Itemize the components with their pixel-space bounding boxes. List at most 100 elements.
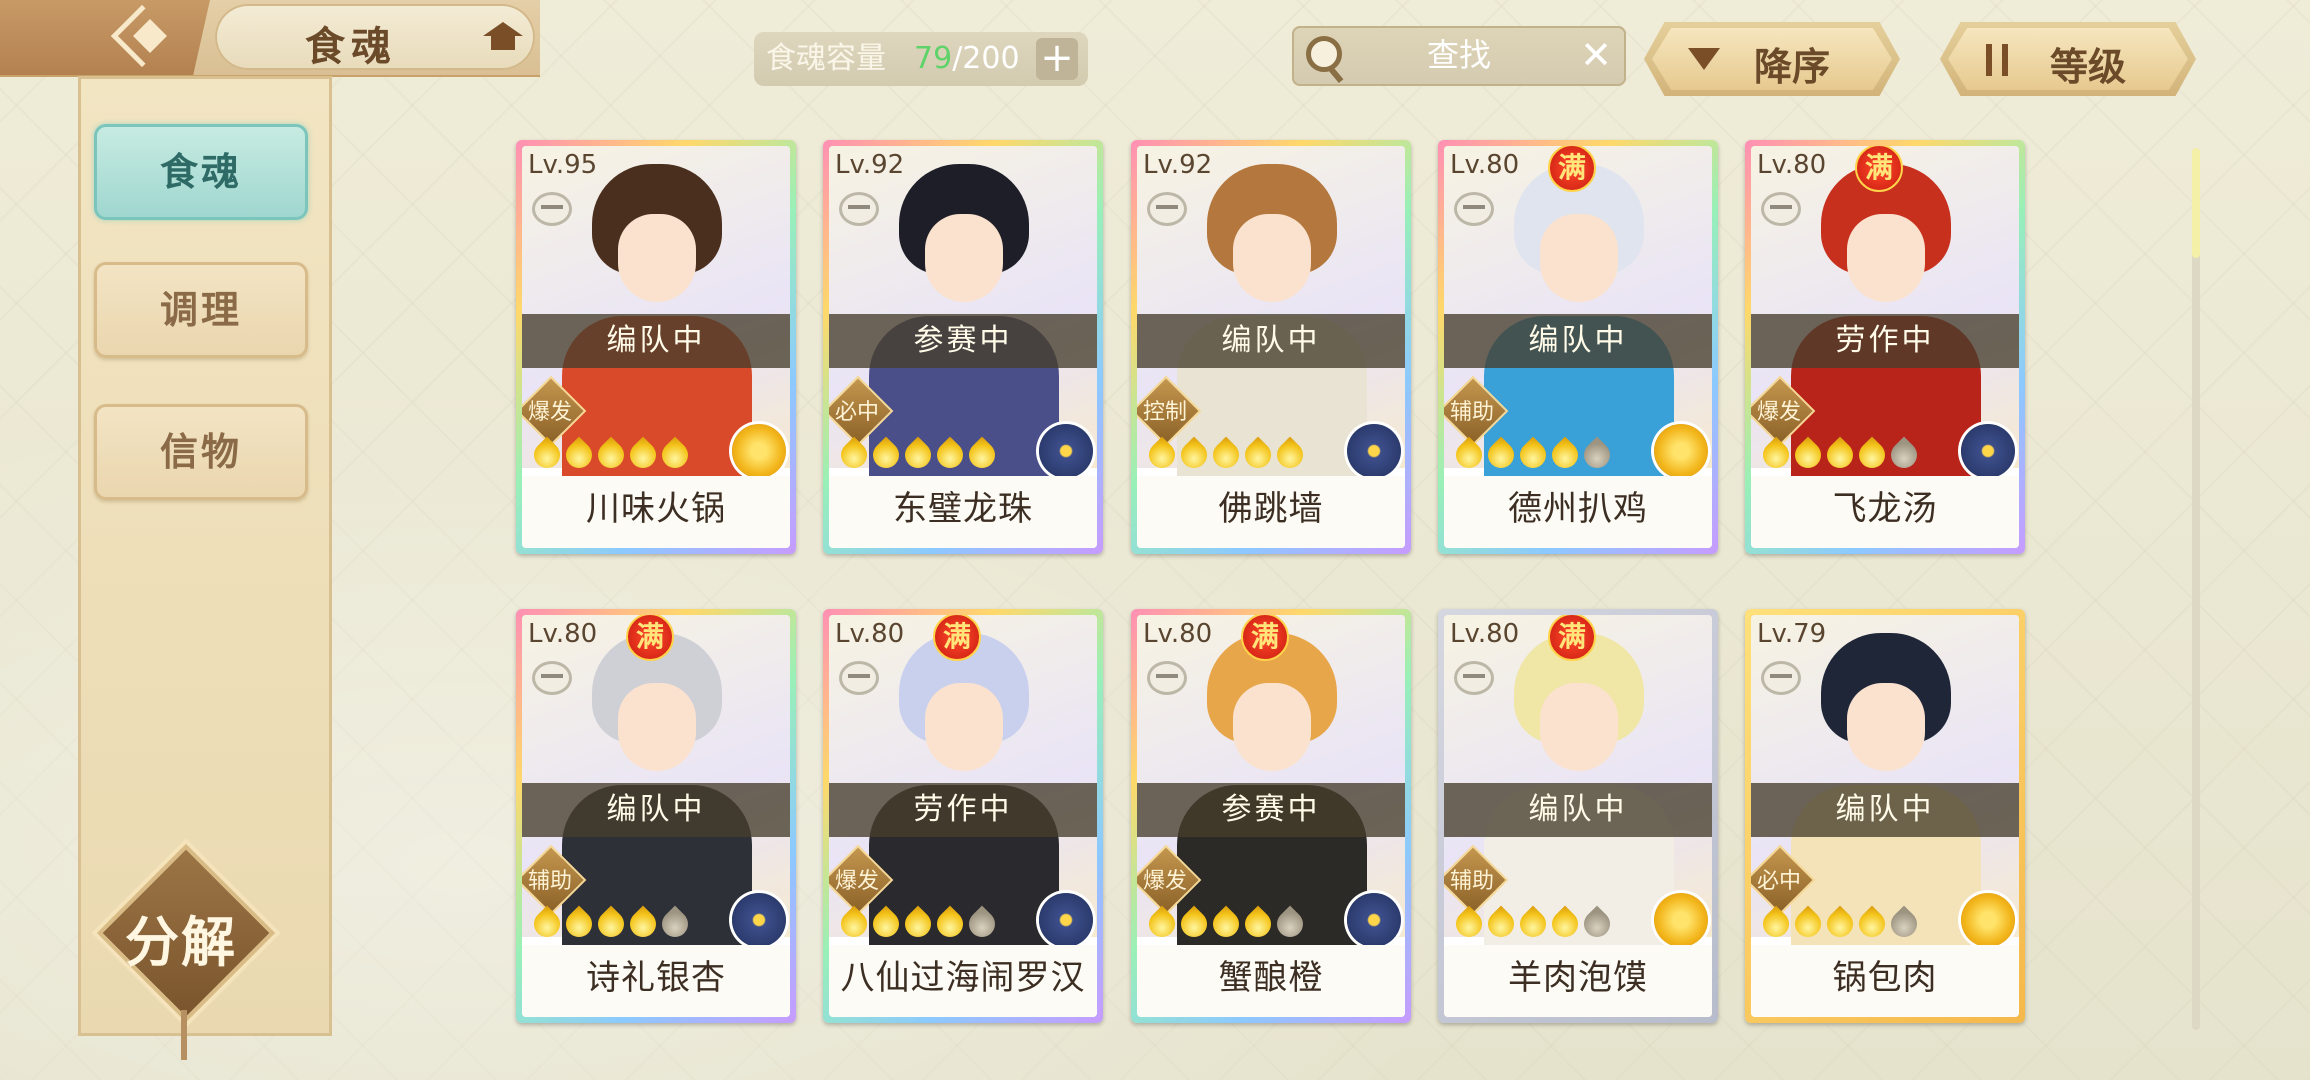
decompose-label: 分解	[125, 911, 237, 974]
card-level: Lv.92	[1143, 150, 1213, 180]
role-label: 必中	[834, 400, 879, 425]
page-title: 食魂	[305, 24, 397, 70]
card-name: 锅包肉	[1751, 945, 2019, 1017]
blue-flower-icon	[1039, 424, 1093, 478]
card-name: 诗礼银杏	[522, 945, 790, 1017]
bowl-icon	[839, 192, 879, 226]
blue-flower-icon	[1347, 893, 1401, 947]
card-level: Lv.80	[835, 619, 905, 649]
card-level: Lv.95	[528, 150, 598, 180]
role-label: 控制	[1142, 400, 1187, 425]
food-soul-card[interactable]: Lv.80 满编队中 辅助 羊肉泡馍	[1438, 609, 1718, 1023]
food-soul-card[interactable]: Lv.80 满参赛中 爆发 蟹酿橙	[1131, 609, 1411, 1023]
swap-icon	[1980, 44, 2016, 78]
gold-flower-icon	[1961, 893, 2015, 947]
card-level: Lv.80	[1757, 150, 1827, 180]
card-frame: Lv.80 满劳作中爆发飞龙汤	[1751, 146, 2019, 548]
card-frame: Lv.95 编队中爆发川味火锅	[522, 146, 790, 548]
capacity-label: 食魂容量	[766, 41, 886, 76]
food-soul-card[interactable]: Lv.80 满劳作中爆发飞龙汤	[1745, 140, 2025, 554]
blue-flower-icon	[732, 893, 786, 947]
capacity-add-button[interactable]: +	[1036, 38, 1078, 80]
card-status: 编队中	[1751, 783, 2019, 837]
card-level: Lv.92	[835, 150, 905, 180]
card-status: 劳作中	[829, 783, 1097, 837]
max-level-badge: 满	[933, 615, 981, 661]
bowl-icon	[1761, 661, 1801, 695]
card-frame: Lv.92 编队中控制佛跳墙	[1137, 146, 1405, 548]
sidebar-item-cultivate[interactable]: 调理	[94, 262, 308, 358]
blue-flower-icon	[1039, 893, 1093, 947]
card-level: Lv.79	[1757, 619, 1827, 649]
bowl-icon	[839, 661, 879, 695]
role-label: 辅助	[527, 869, 572, 894]
sort-key-button[interactable]: 等级	[1940, 22, 2196, 96]
card-name: 八仙过海闹罗汉	[829, 945, 1097, 1017]
gold-flower-icon	[1654, 424, 1708, 478]
card-name: 羊肉泡馍	[1444, 945, 1712, 1017]
food-soul-card[interactable]: Lv.92 参赛中 必中 东璧龙珠	[823, 140, 1103, 554]
card-status: 编队中	[522, 314, 790, 368]
sort-order-button[interactable]: 降序	[1644, 22, 1900, 96]
food-soul-card[interactable]: Lv.95 编队中爆发川味火锅	[516, 140, 796, 554]
food-soul-card[interactable]: Lv.80 满编队中 辅助 德州扒鸡	[1438, 140, 1718, 554]
role-badge: 辅助	[1444, 375, 1509, 447]
card-name: 飞龙汤	[1751, 476, 2019, 548]
card-status: 编队中	[1137, 314, 1405, 368]
card-name: 川味火锅	[522, 476, 790, 548]
max-level-badge: 满	[1241, 615, 1289, 661]
search-box[interactable]: 查找 ✕	[1292, 26, 1626, 86]
card-name: 蟹酿橙	[1137, 945, 1405, 1017]
max-level-badge: 满	[1855, 146, 1903, 192]
home-icon[interactable]	[483, 22, 523, 52]
food-soul-card[interactable]: Lv.80 满编队中 辅助 诗礼银杏	[516, 609, 796, 1023]
role-badge: 必中	[829, 375, 894, 447]
capacity-current: 79	[914, 41, 953, 76]
clear-icon[interactable]: ✕	[1580, 30, 1612, 80]
role-badge: 控制	[1137, 375, 1202, 447]
sort-key-label: 等级	[2050, 45, 2127, 89]
role-badge: 爆发	[1751, 375, 1816, 447]
food-soul-card[interactable]: Lv.80 满劳作中爆发八仙过海闹罗汉	[823, 609, 1103, 1023]
card-level: Lv.80	[1143, 619, 1213, 649]
card-name: 佛跳墙	[1137, 476, 1405, 548]
search-label: 查找	[1426, 36, 1491, 74]
max-level-badge: 满	[1548, 146, 1596, 192]
bowl-icon	[532, 661, 572, 695]
food-soul-card[interactable]: Lv.92 编队中控制佛跳墙	[1131, 140, 1411, 554]
capacity-value: 79/200	[914, 32, 1020, 86]
bowl-icon	[1147, 192, 1187, 226]
card-frame: Lv.80 满参赛中 爆发 蟹酿橙	[1137, 615, 1405, 1017]
card-frame: Lv.80 满编队中 辅助 诗礼银杏	[522, 615, 790, 1017]
food-soul-card[interactable]: Lv.79 编队中 必中 锅包肉	[1745, 609, 2025, 1023]
sort-order-label: 降序	[1754, 45, 1831, 89]
card-status: 编队中	[1444, 783, 1712, 837]
bowl-icon	[1454, 192, 1494, 226]
card-level: Lv.80	[1450, 150, 1520, 180]
sidebar-item-keepsake[interactable]: 信物	[94, 404, 308, 500]
card-status: 劳作中	[1751, 314, 2019, 368]
top-bar: 食魂	[0, 0, 540, 77]
card-status: 参赛中	[829, 314, 1097, 368]
scrollbar-thumb[interactable]	[2192, 148, 2200, 258]
blue-flower-icon	[1961, 424, 2015, 478]
bowl-icon	[1454, 661, 1494, 695]
scrollbar[interactable]	[2192, 148, 2200, 1030]
bowl-icon	[1761, 192, 1801, 226]
max-level-badge: 满	[1548, 615, 1596, 661]
role-badge: 爆发	[522, 375, 587, 447]
back-button[interactable]	[0, 0, 210, 75]
card-status: 编队中	[522, 783, 790, 837]
sidebar-item-food-soul[interactable]: 食魂	[94, 124, 308, 220]
card-frame: Lv.80 满编队中 辅助 德州扒鸡	[1444, 146, 1712, 548]
blue-flower-icon	[1347, 424, 1401, 478]
card-frame: Lv.79 编队中 必中 锅包肉	[1751, 615, 2019, 1017]
title-plate: 食魂	[215, 4, 535, 70]
role-label: 爆发	[527, 400, 572, 425]
role-label: 爆发	[1756, 400, 1801, 425]
gold-flower-icon	[1654, 893, 1708, 947]
role-badge: 辅助	[1444, 844, 1509, 916]
role-label: 爆发	[834, 869, 879, 894]
capacity-max: /200	[952, 41, 1020, 76]
role-badge: 辅助	[522, 844, 587, 916]
